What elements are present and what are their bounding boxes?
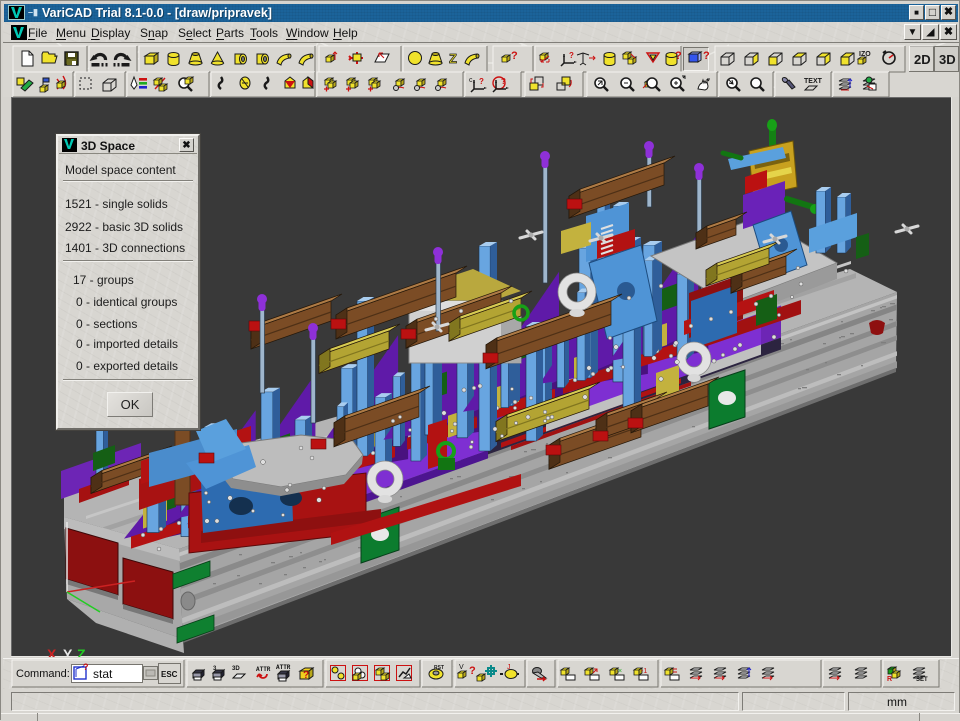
svg-text:3D: 3D [232,666,240,672]
svg-text:?: ? [511,50,518,62]
svg-text:3D: 3D [939,52,956,67]
svg-text:?: ? [479,77,484,86]
svg-text:X: X [47,646,57,657]
svg-text:?: ? [703,50,710,62]
svg-text:?: ? [469,665,476,677]
svg-text:ATTR: ATTR [276,664,291,671]
svg-text:ESC: ESC [161,670,178,679]
svg-text:?: ? [675,50,682,62]
svg-text:R: R [887,676,892,683]
svg-text:Y: Y [63,646,73,657]
svg-text:V: V [459,664,464,671]
svg-text:?: ? [501,77,506,86]
svg-text:2D: 2D [914,52,931,67]
svg-text:stat: stat [93,667,113,681]
svg-text:TEXT: TEXT [804,78,823,85]
svg-text:Z: Z [449,51,457,66]
svg-text:Command:: Command: [16,668,70,680]
svg-text:c: c [469,77,473,84]
svg-text:ATTR: ATTR [256,666,271,673]
svg-text:?: ? [83,662,89,672]
svg-text:?: ? [303,670,309,681]
svg-text:SET: SET [916,677,928,683]
svg-text:?: ? [569,51,574,60]
svg-text:RST: RST [434,665,444,671]
svg-text:-1: -1 [641,668,647,675]
svg-text:Z: Z [77,646,86,657]
svg-text:×: × [618,668,622,675]
